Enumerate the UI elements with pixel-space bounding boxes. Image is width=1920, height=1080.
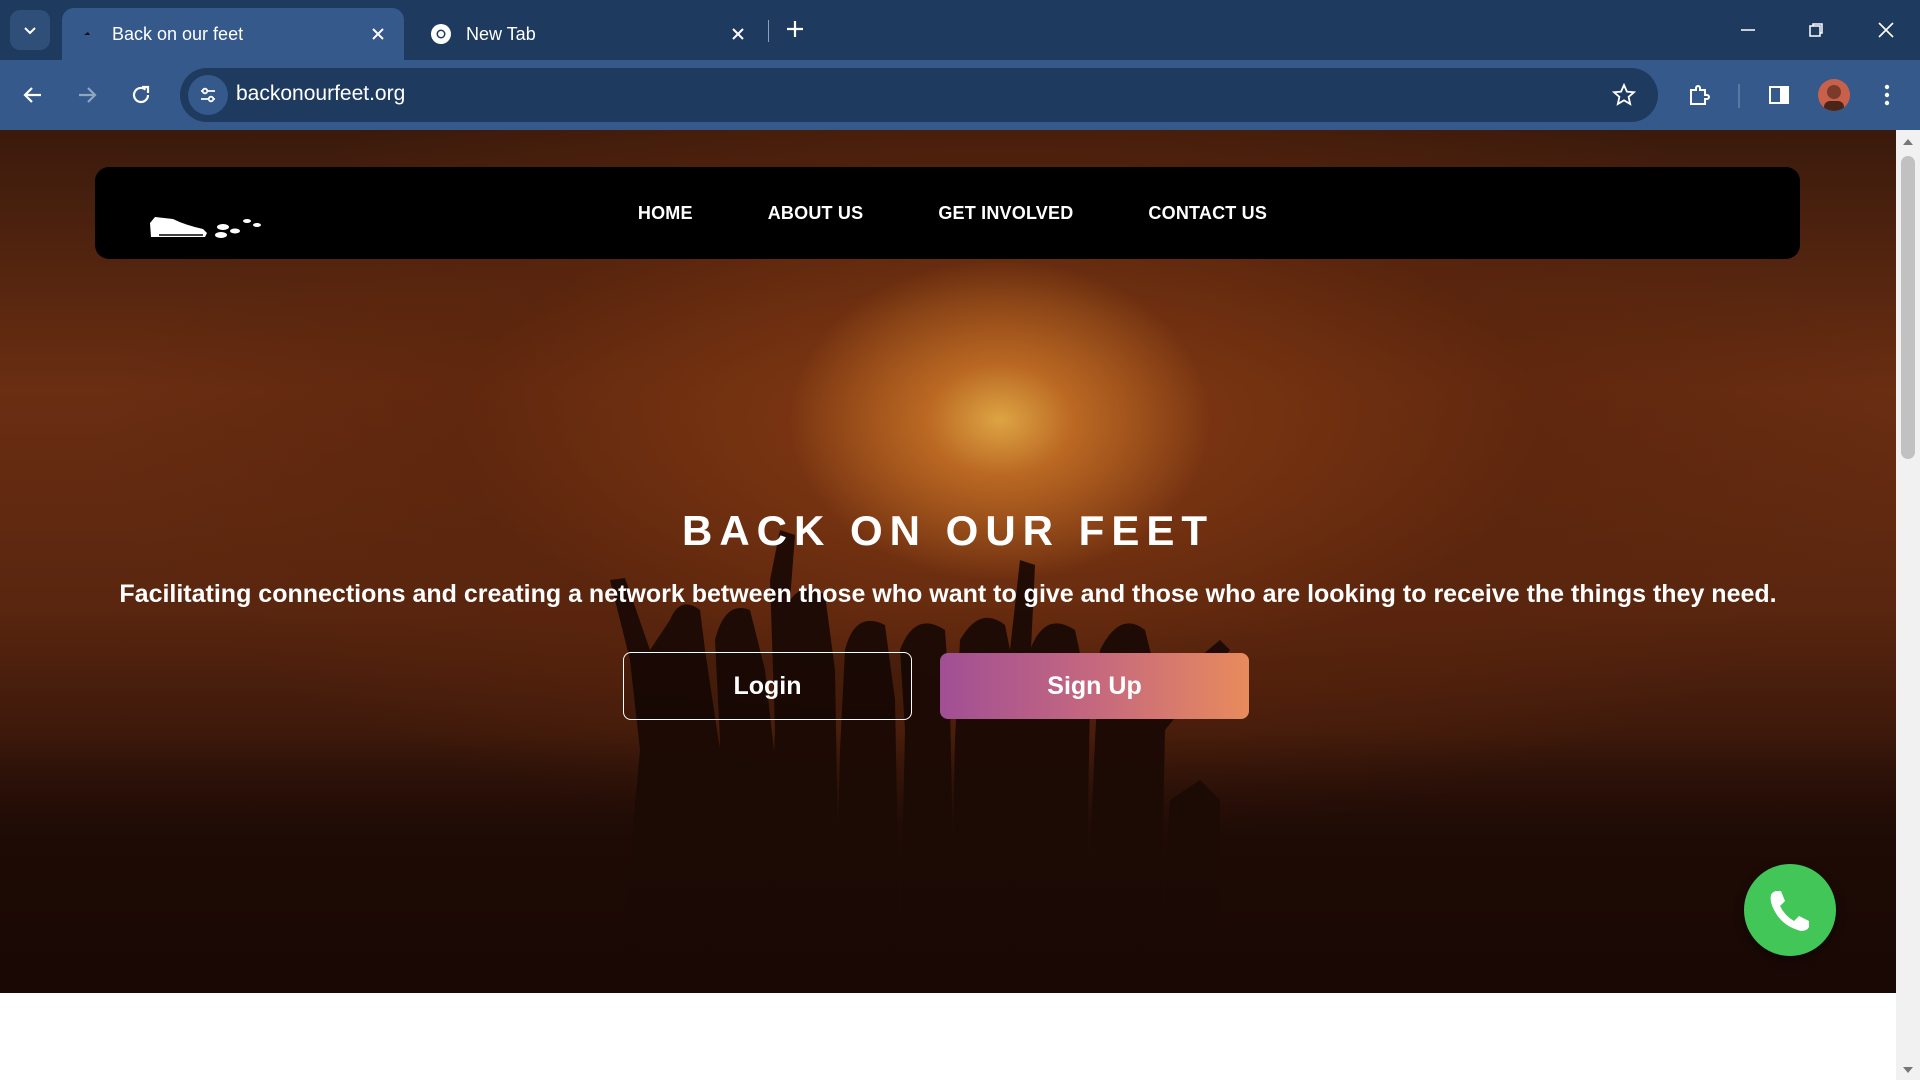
menu-button[interactable]: [1866, 74, 1908, 116]
tab-search-button[interactable]: [10, 10, 50, 50]
chevron-down-icon: [24, 27, 36, 35]
arrow-right-icon: [79, 87, 97, 103]
profile-avatar[interactable]: [1818, 79, 1850, 111]
site-info-button[interactable]: [188, 75, 228, 115]
tab-title: New Tab: [466, 23, 536, 44]
nav-about-us[interactable]: ABOUT US: [768, 203, 864, 224]
content-section: [0, 993, 1896, 1080]
nav-get-involved[interactable]: GET INVOLVED: [938, 203, 1073, 224]
forward-button[interactable]: [66, 74, 108, 116]
tab-back-on-our-feet[interactable]: Back on our feet: [62, 8, 404, 60]
nav-contact-us[interactable]: CONTACT US: [1148, 203, 1267, 224]
nav-home[interactable]: HOME: [638, 203, 693, 224]
chrome-icon: [430, 23, 452, 45]
new-tab-button[interactable]: [778, 12, 812, 46]
scroll-down-arrow-icon[interactable]: [1902, 1064, 1914, 1076]
kebab-menu-icon: [1884, 84, 1890, 106]
restore-button[interactable]: [1788, 8, 1844, 52]
tab-divider: [768, 20, 769, 42]
login-button[interactable]: Login: [623, 652, 912, 720]
web-page: HOME ABOUT US GET INVOLVED CONTACT US BA…: [0, 130, 1896, 1080]
site-favicon-icon: [76, 23, 98, 45]
back-button[interactable]: [12, 74, 54, 116]
tab-strip: Back on our feet New Tab: [0, 0, 1920, 60]
arrow-left-icon: [23, 87, 41, 103]
url-text[interactable]: backonourfeet.org: [236, 82, 405, 106]
browser-toolbar: backonourfeet.org: [0, 60, 1920, 130]
reload-button[interactable]: [120, 74, 162, 116]
side-panel-button[interactable]: [1758, 74, 1800, 116]
tune-icon: [201, 87, 215, 103]
phone-icon: [1770, 891, 1809, 931]
nav-links: HOME ABOUT US GET INVOLVED CONTACT US: [95, 167, 1800, 259]
site-navbar: HOME ABOUT US GET INVOLVED CONTACT US: [95, 167, 1800, 259]
whatsapp-button[interactable]: [1744, 864, 1836, 956]
close-icon: [1878, 22, 1894, 38]
tab-new-tab[interactable]: New Tab: [416, 8, 764, 60]
plus-icon: [787, 21, 803, 37]
bookmark-star-button[interactable]: [1610, 81, 1638, 109]
hero-section: HOME ABOUT US GET INVOLVED CONTACT US BA…: [0, 130, 1896, 993]
scrollbar-thumb[interactable]: [1901, 156, 1915, 459]
hero-title: BACK ON OUR FEET: [682, 507, 1214, 554]
tab-title: Back on our feet: [112, 23, 244, 44]
hill-foreground: [0, 733, 1896, 993]
restore-icon: [1809, 23, 1823, 37]
address-bar[interactable]: backonourfeet.org: [180, 68, 1658, 122]
close-tab-icon[interactable]: [726, 22, 750, 46]
minimize-icon: [1741, 29, 1755, 31]
hero-subtitle: Facilitating connections and creating a …: [119, 580, 1777, 608]
page-scrollbar[interactable]: [1896, 130, 1920, 1080]
signup-button[interactable]: Sign Up: [940, 653, 1249, 719]
close-tab-icon[interactable]: [366, 22, 390, 46]
extensions-button[interactable]: [1678, 74, 1720, 116]
minimize-button[interactable]: [1720, 8, 1776, 52]
puzzle-icon: [1690, 85, 1710, 105]
reload-icon: [132, 85, 150, 104]
close-window-button[interactable]: [1858, 8, 1914, 52]
scroll-up-arrow-icon[interactable]: [1902, 136, 1914, 148]
star-icon: [1612, 83, 1636, 106]
toolbar-divider: [1738, 84, 1740, 108]
side-panel-icon: [1769, 86, 1789, 104]
